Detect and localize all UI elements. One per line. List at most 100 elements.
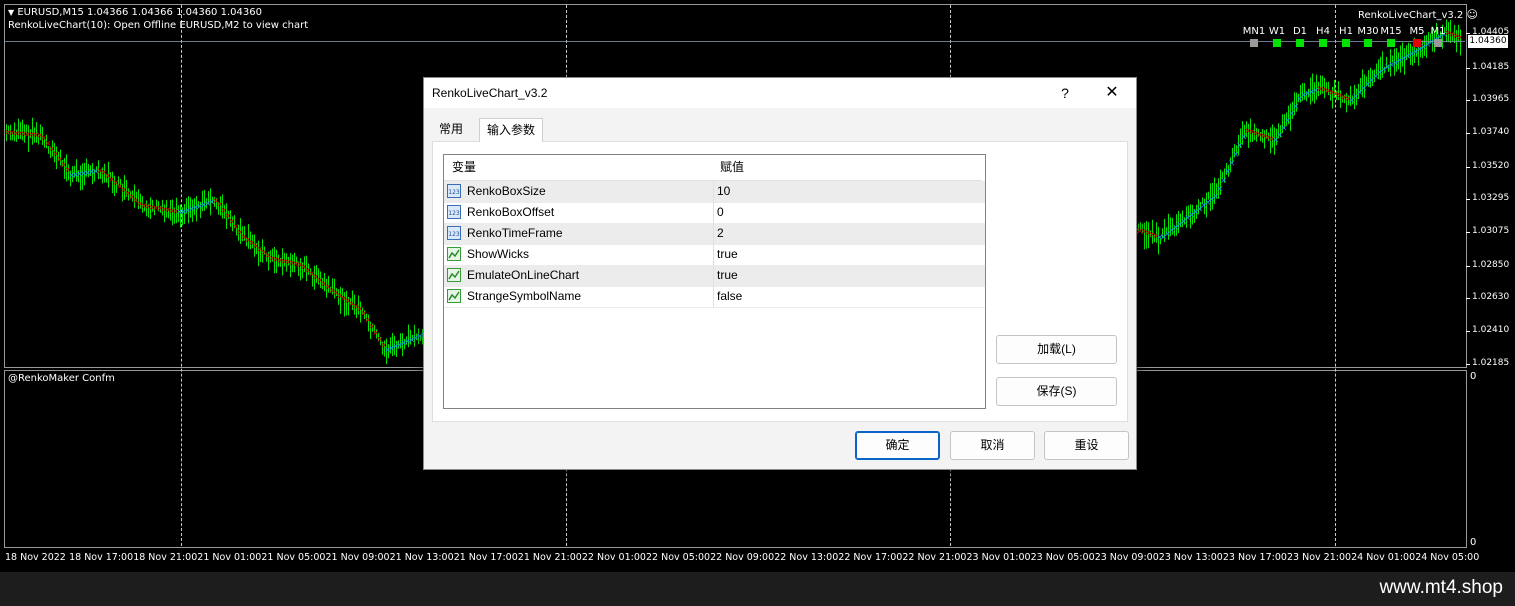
parameter-name: StrangeSymbolName [467,289,582,303]
symbol-info: ▼ EURUSD,M15 1.04366 1.04366 1.04360 1.0… [8,7,262,18]
timeframe-label: H1 [1339,26,1353,37]
parameter-value[interactable]: 10 [717,181,730,202]
price-tick [1466,167,1470,168]
save-button[interactable]: 保存(S) [996,377,1117,406]
price-tick [1466,298,1470,299]
dropdown-triangle-icon[interactable]: ▼ [8,8,14,17]
date-label: 23 Nov 21:00 [1287,552,1352,563]
date-label: 22 Nov 17:00 [838,552,903,563]
dialog-titlebar[interactable]: RenkoLiveChart_v3.2 ? ✕ [424,78,1136,108]
timeframe-label: M1 [1430,26,1446,37]
timeframe-status-dot [1364,39,1372,47]
price-tick [1466,331,1470,332]
date-label: 21 Nov 09:00 [325,552,390,563]
date-label: 22 Nov 01:00 [581,552,646,563]
column-separator [713,286,714,307]
svg-text:123: 123 [448,189,460,196]
price-tick [1466,100,1470,101]
int-icon: 123 [447,184,461,198]
load-button[interactable]: 加载(L) [996,335,1117,364]
smiley-icon: ☺ [1466,8,1478,21]
svg-text:×: × [1228,159,1236,169]
date-label: 23 Nov 13:00 [1158,552,1223,563]
parameter-row[interactable]: StrangeSymbolName false [444,286,985,308]
date-label: 22 Nov 09:00 [710,552,775,563]
price-tick [1466,33,1470,34]
svg-text:×: × [1216,185,1224,195]
date-label: 22 Nov 13:00 [774,552,839,563]
price-label: 1.03520 [1472,161,1510,171]
timeframe-status-dot [1296,39,1304,47]
date-label: 23 Nov 05:00 [1030,552,1095,563]
subwindow-axis-top: 0 [1470,371,1477,382]
parameter-value[interactable]: true [717,244,738,265]
price-label: 1.03295 [1472,193,1510,203]
svg-text:123: 123 [448,231,460,238]
parameter-name: RenkoTimeFrame [467,226,563,240]
current-price-label: 1.04360 [1468,35,1508,48]
price-label: 1.03740 [1472,127,1510,137]
column-separator [713,202,714,223]
timeframe-status-dot [1387,39,1395,47]
price-tick [1466,266,1470,267]
date-label: 21 Nov 17:00 [453,552,518,563]
parameter-value[interactable]: true [717,265,738,286]
parameter-value[interactable]: 2 [717,223,724,244]
parameter-value[interactable]: 0 [717,202,724,223]
date-label: 21 Nov 21:00 [517,552,582,563]
help-button[interactable]: ? [1054,82,1076,104]
price-label: 1.02410 [1472,325,1510,335]
date-label: 24 Nov 01:00 [1351,552,1416,563]
parameter-row[interactable]: 123 RenkoTimeFrame 2 [444,223,985,245]
parameter-name: RenkoBoxOffset [467,205,555,219]
bool-icon [447,247,461,261]
parameter-value[interactable]: false [717,286,742,307]
symbol-quote-text: EURUSD,M15 1.04366 1.04366 1.04360 1.043… [17,7,262,18]
timeframe-label: H4 [1316,26,1330,37]
svg-text:×: × [1232,150,1240,160]
svg-text:123: 123 [448,210,460,217]
column-separator [713,244,714,265]
date-label: 23 Nov 01:00 [966,552,1031,563]
price-label: 1.04185 [1472,62,1510,72]
price-label: 1.03965 [1472,94,1510,104]
date-label: 23 Nov 17:00 [1222,552,1287,563]
reset-button[interactable]: 重设 [1044,431,1129,460]
parameter-row[interactable]: ShowWicks true [444,244,985,266]
date-label: 21 Nov 05:00 [261,552,326,563]
properties-dialog[interactable]: RenkoLiveChart_v3.2 ? ✕ 常用 输入参数 变量 赋值 12… [423,77,1137,470]
cancel-button[interactable]: 取消 [950,431,1035,460]
date-label: 22 Nov 05:00 [646,552,711,563]
price-tick [1466,133,1470,134]
parameter-row[interactable]: 123 RenkoBoxOffset 0 [444,202,985,224]
timeframe-status-dot [1434,39,1442,47]
column-header-variable[interactable]: 变量 [444,155,721,181]
price-label: 1.02850 [1472,260,1510,270]
column-separator [713,181,714,202]
date-label: 22 Nov 21:00 [902,552,967,563]
ok-button[interactable]: 确定 [855,431,940,460]
timeframe-label: W1 [1268,26,1286,37]
column-separator [713,223,714,244]
close-icon[interactable]: ✕ [1099,82,1125,104]
timeframe-status-dot [1342,39,1350,47]
timeframe-status-dot [1273,39,1281,47]
price-tick [1466,68,1470,69]
ea-name-text: RenkoLiveChart_v3.2 [1358,10,1464,21]
parameters-table[interactable]: 变量 赋值 123 RenkoBoxSize 10 123 RenkoBoxOffset… [443,154,986,409]
parameter-row[interactable]: 123 RenkoBoxSize 10 [444,181,985,203]
timeframe-label: M30 [1357,26,1379,37]
ea-name-label[interactable]: RenkoLiveChart_v3.2 ☺ [1358,8,1478,21]
watermark-text: www.mt4.shop [1379,577,1503,598]
date-label: 21 Nov 01:00 [197,552,262,563]
tab-general[interactable]: 常用 [432,118,470,140]
column-separator [713,265,714,286]
column-header-value[interactable]: 赋值 [714,155,982,181]
price-label: 1.03075 [1472,226,1510,236]
tab-input-parameters[interactable]: 输入参数 [479,118,543,142]
parameter-row[interactable]: EmulateOnLineChart true [444,265,985,287]
subwindow-label: @RenkoMaker Confm [8,373,115,384]
indicator-info: RenkoLiveChart(10): Open Offline EURUSD,… [8,20,309,31]
timeframe-status-dot [1250,39,1258,47]
date-label: 18 Nov 2022 [5,552,66,563]
